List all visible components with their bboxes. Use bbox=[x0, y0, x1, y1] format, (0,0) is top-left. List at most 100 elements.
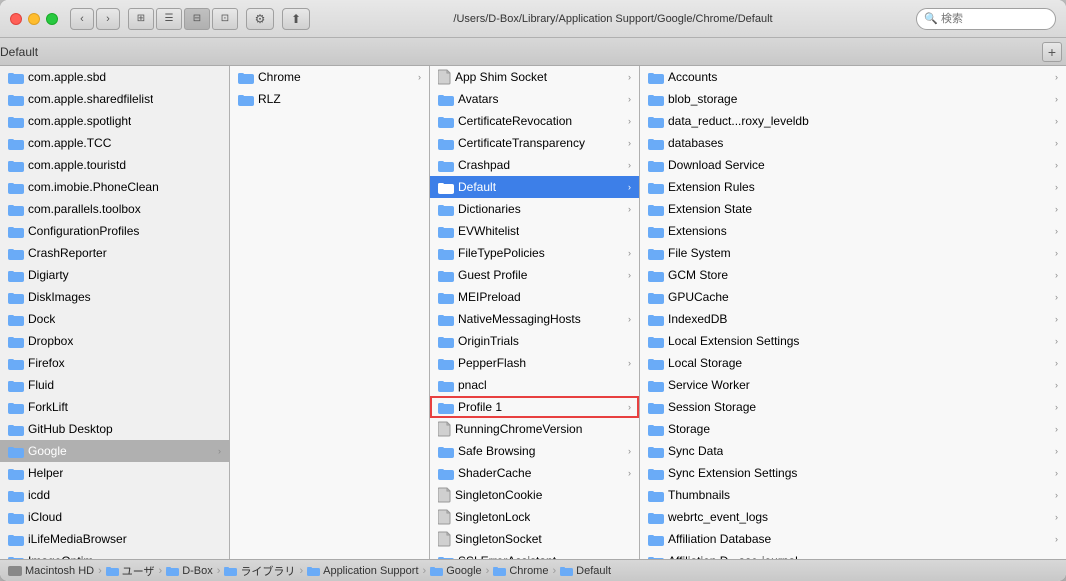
sidebar-item[interactable]: DiskImages bbox=[0, 286, 229, 308]
close-button[interactable] bbox=[10, 13, 22, 25]
col4-item[interactable]: data_reduct...roxy_leveldb› bbox=[640, 110, 1066, 132]
col3-item[interactable]: Safe Browsing› bbox=[430, 440, 639, 462]
col3-item[interactable]: PepperFlash› bbox=[430, 352, 639, 374]
sidebar-item[interactable]: CrashReporter bbox=[0, 242, 229, 264]
col3-item[interactable]: MEIPreload bbox=[430, 286, 639, 308]
chevron-icon: › bbox=[1055, 490, 1058, 500]
col4-item[interactable]: Sync Data› bbox=[640, 440, 1066, 462]
sidebar-item[interactable]: com.imobie.PhoneClean bbox=[0, 176, 229, 198]
sidebar-item[interactable]: com.apple.touristd bbox=[0, 154, 229, 176]
col4-item[interactable]: Thumbnails› bbox=[640, 484, 1066, 506]
back-button[interactable]: ‹ bbox=[70, 8, 94, 30]
col4-item[interactable]: IndexedDB› bbox=[640, 308, 1066, 330]
col4-item[interactable]: Accounts› bbox=[640, 66, 1066, 88]
col3-item[interactable]: NativeMessagingHosts› bbox=[430, 308, 639, 330]
sidebar-item[interactable]: com.apple.sbd bbox=[0, 66, 229, 88]
sidebar-item[interactable]: Helper bbox=[0, 462, 229, 484]
col3-item[interactable]: SingletonSocket bbox=[430, 528, 639, 550]
col3-item[interactable]: ShaderCache› bbox=[430, 462, 639, 484]
col3-item[interactable]: SingletonLock bbox=[430, 506, 639, 528]
col2-item[interactable]: Chrome› bbox=[230, 66, 429, 88]
breadcrumb-item[interactable]: ユーザ bbox=[106, 563, 155, 579]
list-view-button[interactable]: ☰ bbox=[156, 8, 182, 30]
breadcrumb-item[interactable]: Default bbox=[560, 565, 611, 577]
col4-item[interactable]: Storage› bbox=[640, 418, 1066, 440]
folder-icon bbox=[8, 93, 24, 106]
maximize-button[interactable] bbox=[46, 13, 58, 25]
minimize-button[interactable] bbox=[28, 13, 40, 25]
breadcrumb-item[interactable]: D-Box bbox=[166, 565, 213, 577]
sidebar-item[interactable]: Firefox bbox=[0, 352, 229, 374]
col4-item[interactable]: Download Service› bbox=[640, 154, 1066, 176]
breadcrumb-item[interactable]: Application Support bbox=[307, 565, 418, 577]
breadcrumb-item[interactable]: Macintosh HD bbox=[8, 565, 94, 577]
folder-icon bbox=[438, 159, 454, 172]
col4-item[interactable]: webrtc_event_logs› bbox=[640, 506, 1066, 528]
coverflow-view-button[interactable]: ⊡ bbox=[212, 8, 238, 30]
folder-icon bbox=[8, 423, 24, 436]
col3-item[interactable]: OriginTrials bbox=[430, 330, 639, 352]
col4-item[interactable]: Service Worker› bbox=[640, 374, 1066, 396]
col4-item[interactable]: Affiliation D...ase-journal› bbox=[640, 550, 1066, 559]
col4-item[interactable]: GCM Store› bbox=[640, 264, 1066, 286]
folder-icon bbox=[238, 71, 254, 84]
col3-item[interactable]: EVWhitelist bbox=[430, 220, 639, 242]
sort-button[interactable]: ⚙ bbox=[246, 8, 274, 30]
sidebar-item[interactable]: Fluid bbox=[0, 374, 229, 396]
add-button[interactable]: + bbox=[1042, 42, 1062, 62]
col4-item[interactable]: blob_storage› bbox=[640, 88, 1066, 110]
icon-view-button[interactable]: ⊞ bbox=[128, 8, 154, 30]
col3-item[interactable]: Profile 1› bbox=[430, 396, 639, 418]
item-label: OriginTrials bbox=[458, 334, 519, 348]
col3-item[interactable]: App Shim Socket› bbox=[430, 66, 639, 88]
col4-item[interactable]: Local Storage› bbox=[640, 352, 1066, 374]
breadcrumb-item[interactable]: ライブラリ bbox=[224, 563, 295, 579]
col4-item[interactable]: Local Extension Settings› bbox=[640, 330, 1066, 352]
sidebar-item[interactable]: iCloud bbox=[0, 506, 229, 528]
col3-item[interactable]: SingletonCookie bbox=[430, 484, 639, 506]
col4-item[interactable]: File System› bbox=[640, 242, 1066, 264]
item-label: Session Storage bbox=[668, 400, 756, 414]
col3-item[interactable]: Avatars› bbox=[430, 88, 639, 110]
col4-item[interactable]: Extension State› bbox=[640, 198, 1066, 220]
col2-item[interactable]: RLZ bbox=[230, 88, 429, 110]
column-view-button[interactable]: ⊟ bbox=[184, 8, 210, 30]
col3-item[interactable]: RunningChromeVersion bbox=[430, 418, 639, 440]
col3-item[interactable]: Dictionaries› bbox=[430, 198, 639, 220]
breadcrumb-item[interactable]: Google bbox=[430, 565, 481, 577]
sidebar-item[interactable]: GitHub Desktop bbox=[0, 418, 229, 440]
sidebar-item[interactable]: ImageOptim bbox=[0, 550, 229, 559]
col3-item[interactable]: FileTypePolicies› bbox=[430, 242, 639, 264]
sidebar-item[interactable]: com.parallels.toolbox bbox=[0, 198, 229, 220]
sidebar-item[interactable]: Dock bbox=[0, 308, 229, 330]
forward-button[interactable]: › bbox=[96, 8, 120, 30]
sidebar-item[interactable]: Dropbox bbox=[0, 330, 229, 352]
col3-item[interactable]: Crashpad› bbox=[430, 154, 639, 176]
col4-item[interactable]: Extensions› bbox=[640, 220, 1066, 242]
sidebar-item[interactable]: com.apple.TCC bbox=[0, 132, 229, 154]
col3-item[interactable]: CertificateTransparency› bbox=[430, 132, 639, 154]
sidebar-item[interactable]: Digiarty bbox=[0, 264, 229, 286]
folder-icon bbox=[8, 203, 24, 216]
sidebar-item[interactable]: com.apple.sharedfilelist bbox=[0, 88, 229, 110]
sidebar-item[interactable]: ConfigurationProfiles bbox=[0, 220, 229, 242]
sidebar-item[interactable]: iLifeMediaBrowser bbox=[0, 528, 229, 550]
col4-item[interactable]: Session Storage› bbox=[640, 396, 1066, 418]
col3-item[interactable]: pnacl bbox=[430, 374, 639, 396]
col3-item[interactable]: Default› bbox=[430, 176, 639, 198]
folder-icon bbox=[8, 159, 24, 172]
sidebar-item[interactable]: ForkLift bbox=[0, 396, 229, 418]
col4-item[interactable]: Affiliation Database› bbox=[640, 528, 1066, 550]
col4-item[interactable]: GPUCache› bbox=[640, 286, 1066, 308]
col3-item[interactable]: Guest Profile› bbox=[430, 264, 639, 286]
share-button[interactable]: ⬆ bbox=[282, 8, 310, 30]
sidebar-item[interactable]: Google› bbox=[0, 440, 229, 462]
sidebar-item[interactable]: icdd bbox=[0, 484, 229, 506]
col4-item[interactable]: Sync Extension Settings› bbox=[640, 462, 1066, 484]
col3-item[interactable]: SSLErrorAssistant› bbox=[430, 550, 639, 559]
sidebar-item[interactable]: com.apple.spotlight bbox=[0, 110, 229, 132]
breadcrumb-item[interactable]: Chrome bbox=[493, 565, 548, 577]
col4-item[interactable]: Extension Rules› bbox=[640, 176, 1066, 198]
col3-item[interactable]: CertificateRevocation› bbox=[430, 110, 639, 132]
col4-item[interactable]: databases› bbox=[640, 132, 1066, 154]
